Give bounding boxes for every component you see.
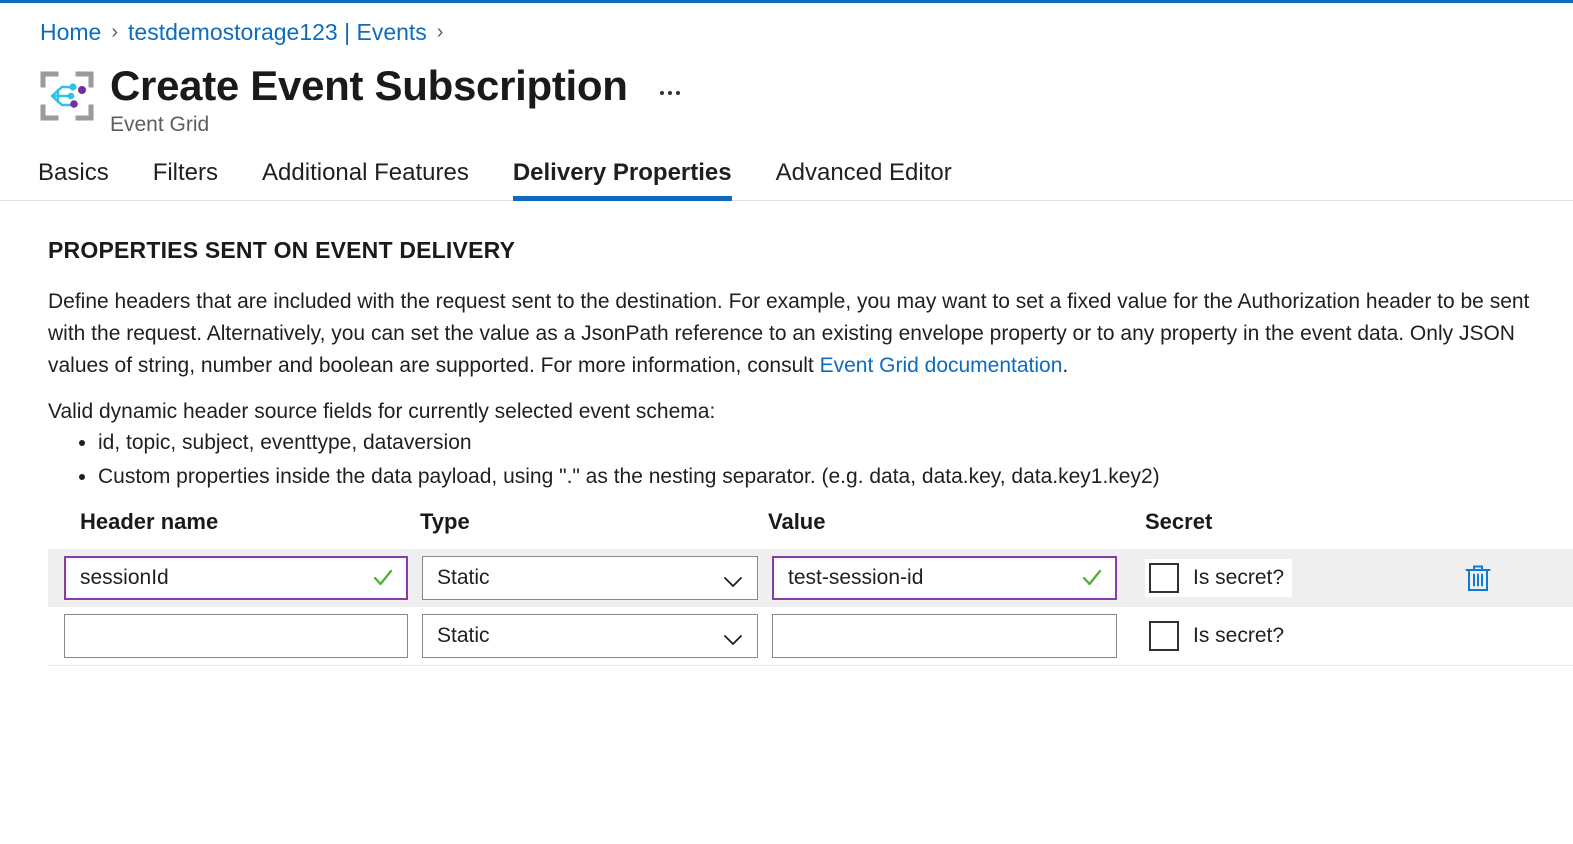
column-header-type: Type [408, 509, 758, 535]
table-bottom-divider [48, 665, 1573, 666]
is-secret-checkbox[interactable] [1149, 563, 1179, 593]
section-description: Define headers that are included with th… [48, 286, 1548, 382]
page-header: Create Event Subscription Event Grid [0, 46, 1573, 137]
tab-delivery-properties[interactable]: Delivery Properties [513, 159, 732, 200]
value-input[interactable] [772, 614, 1117, 658]
tab-filters[interactable]: Filters [153, 159, 218, 200]
breadcrumb-separator-icon: › [111, 21, 118, 44]
chevron-down-icon [723, 571, 743, 585]
tab-additional-features[interactable]: Additional Features [262, 159, 469, 200]
value-cell: test-session-id [758, 556, 1123, 600]
breadcrumb: Home › testdemostorage123 | Events › [0, 3, 1573, 46]
actions-cell [1423, 563, 1533, 593]
is-secret-control: Is secret? [1145, 559, 1292, 597]
type-cell: Static [408, 556, 758, 600]
column-header-secret: Secret [1123, 509, 1423, 535]
chevron-down-icon [723, 629, 743, 643]
section-title: PROPERTIES SENT ON EVENT DELIVERY [48, 237, 1573, 264]
table-row: Static Is [48, 607, 1573, 665]
header-name-input-value: sessionId [80, 567, 169, 588]
list-item: Custom properties inside the data payloa… [98, 460, 1573, 494]
table-row: sessionId Static [48, 549, 1573, 607]
schema-fields-list: id, topic, subject, eventtype, dataversi… [48, 426, 1573, 495]
tab-basics[interactable]: Basics [38, 159, 109, 200]
valid-check-icon [1081, 567, 1103, 589]
tab-bar: Basics Filters Additional Features Deliv… [0, 137, 1573, 201]
column-header-header-name: Header name [48, 509, 408, 535]
type-select-value: Static [437, 624, 490, 648]
breadcrumb-separator-icon: › [437, 21, 444, 44]
header-name-input[interactable]: sessionId [64, 556, 408, 600]
schema-fields-lead: Valid dynamic header source fields for c… [48, 400, 1573, 424]
create-event-subscription-page: Home › testdemostorage123 | Events › [0, 0, 1573, 844]
secret-cell: Is secret? [1123, 617, 1423, 655]
header-name-cell: sessionId [48, 556, 408, 600]
value-input[interactable]: test-session-id [772, 556, 1117, 600]
delivery-properties-panel: PROPERTIES SENT ON EVENT DELIVERY Define… [0, 201, 1573, 666]
is-secret-control: Is secret? [1145, 617, 1292, 655]
header-name-input[interactable] [64, 614, 408, 658]
value-input-value: test-session-id [788, 567, 923, 588]
page-subtitle: Event Grid [110, 113, 688, 137]
ellipsis-dot-icon [660, 91, 664, 95]
ellipsis-dot-icon [676, 91, 680, 95]
type-select-value: Static [437, 566, 490, 590]
event-grid-documentation-link[interactable]: Event Grid documentation [820, 354, 1063, 377]
ellipsis-dot-icon [668, 91, 672, 95]
breadcrumb-item-home[interactable]: Home [40, 19, 101, 46]
tab-advanced-editor[interactable]: Advanced Editor [776, 159, 952, 200]
delivery-properties-table: Header name Type Value Secret sessionId [48, 509, 1573, 666]
description-text-end: . [1062, 354, 1068, 377]
value-cell [758, 614, 1123, 658]
type-cell: Static [408, 614, 758, 658]
event-grid-icon [38, 68, 96, 124]
type-select[interactable]: Static [422, 556, 758, 600]
header-name-cell [48, 614, 408, 658]
is-secret-label: Is secret? [1193, 566, 1284, 590]
column-header-value: Value [758, 509, 1123, 535]
list-item: id, topic, subject, eventtype, dataversi… [98, 426, 1573, 460]
valid-check-icon [372, 567, 394, 589]
secret-cell: Is secret? [1123, 559, 1423, 597]
page-title: Create Event Subscription [110, 62, 628, 109]
title-block: Create Event Subscription Event Grid [110, 62, 688, 137]
breadcrumb-item-events[interactable]: testdemostorage123 | Events [128, 19, 427, 46]
type-select[interactable]: Static [422, 614, 758, 658]
is-secret-label: Is secret? [1193, 624, 1284, 648]
is-secret-checkbox[interactable] [1149, 621, 1179, 651]
more-options-button[interactable] [652, 85, 688, 101]
trash-icon[interactable] [1464, 563, 1492, 593]
table-header-row: Header name Type Value Secret [48, 509, 1573, 549]
description-text: Define headers that are included with th… [48, 290, 1529, 377]
